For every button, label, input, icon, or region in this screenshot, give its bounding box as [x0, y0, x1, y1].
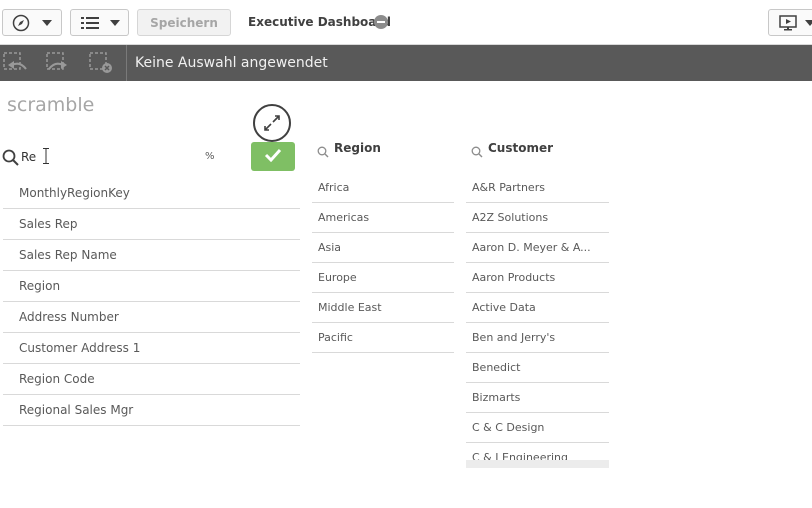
search-icon — [2, 149, 19, 170]
customer-listbox: Customer A&R Partners A2Z Solutions Aaro… — [466, 138, 609, 468]
field-item[interactable]: Region — [3, 271, 300, 302]
expand-button[interactable] — [253, 104, 291, 142]
list-item[interactable]: Asia — [312, 233, 454, 263]
list-item[interactable]: Europe — [312, 263, 454, 293]
navigation-menu-button[interactable] — [2, 9, 62, 36]
list-item[interactable]: Middle East — [312, 293, 454, 323]
list-item[interactable]: A2Z Solutions — [466, 203, 609, 233]
search-icon — [471, 143, 483, 162]
toolbar-divider — [126, 45, 127, 81]
list-item[interactable]: Bizmarts — [466, 383, 609, 413]
list-item[interactable]: Aaron Products — [466, 263, 609, 293]
customer-listbox-header[interactable]: Customer — [466, 138, 609, 160]
save-button[interactable]: Speichern — [137, 9, 231, 36]
list-item[interactable]: A&R Partners — [466, 173, 609, 203]
sheet-list-button[interactable] — [70, 9, 129, 36]
list-item[interactable]: Active Data — [466, 293, 609, 323]
app-title: Executive Dashboard — [248, 15, 391, 29]
text-cursor-icon — [43, 148, 49, 168]
list-item[interactable]: Africa — [312, 173, 454, 203]
field-item[interactable]: Sales Rep Name — [3, 240, 300, 271]
compass-icon — [12, 14, 30, 32]
region-listbox: Region Africa Americas Asia Europe Middl… — [312, 138, 454, 353]
field-item[interactable]: Region Code — [3, 364, 300, 395]
expand-icon — [263, 114, 281, 136]
selection-bar: Keine Auswahl angewendet — [0, 45, 812, 81]
field-item[interactable]: Sales Rep — [3, 209, 300, 240]
list-item[interactable]: Benedict — [466, 353, 609, 383]
field-item[interactable]: Regional Sales Mgr — [3, 395, 300, 426]
customer-listbox-title: Customer — [488, 141, 554, 155]
confirm-button[interactable] — [251, 142, 295, 171]
search-icon — [317, 143, 329, 162]
selection-status: Keine Auswahl angewendet — [135, 55, 328, 71]
list-item[interactable]: Aaron D. Meyer & A... — [466, 233, 609, 263]
chevron-down-icon — [110, 19, 120, 26]
step-forward-icon[interactable] — [45, 51, 71, 75]
screen-play-icon — [779, 14, 797, 31]
search-value: Re — [21, 150, 37, 164]
sheet-title: scramble — [7, 94, 95, 116]
list-item[interactable]: Americas — [312, 203, 454, 233]
list-item[interactable]: Ben and Jerry's — [466, 323, 609, 353]
list-icon — [81, 16, 99, 30]
clear-selections-icon[interactable] — [88, 51, 114, 75]
field-item[interactable]: Address Number — [3, 302, 300, 333]
chevron-down-icon — [42, 19, 52, 26]
checkmark-icon — [264, 147, 282, 166]
top-toolbar: Speichern Executive Dashboard — [0, 0, 812, 45]
field-item[interactable]: MonthlyRegionKey — [3, 178, 300, 209]
step-back-icon[interactable] — [2, 51, 28, 75]
scroll-edge — [466, 460, 609, 468]
region-listbox-header[interactable]: Region — [312, 138, 454, 160]
region-listbox-title: Region — [334, 141, 381, 155]
chevron-down-icon — [805, 19, 812, 26]
list-item[interactable]: C & C Design — [466, 413, 609, 443]
field-list: MonthlyRegionKey Sales Rep Sales Rep Nam… — [3, 178, 300, 426]
present-mode-button[interactable] — [768, 9, 812, 36]
search-suffix: % — [205, 151, 215, 162]
app-status-icon — [374, 15, 388, 29]
field-item[interactable]: Customer Address 1 — [3, 333, 300, 364]
list-item[interactable]: Pacific — [312, 323, 454, 353]
